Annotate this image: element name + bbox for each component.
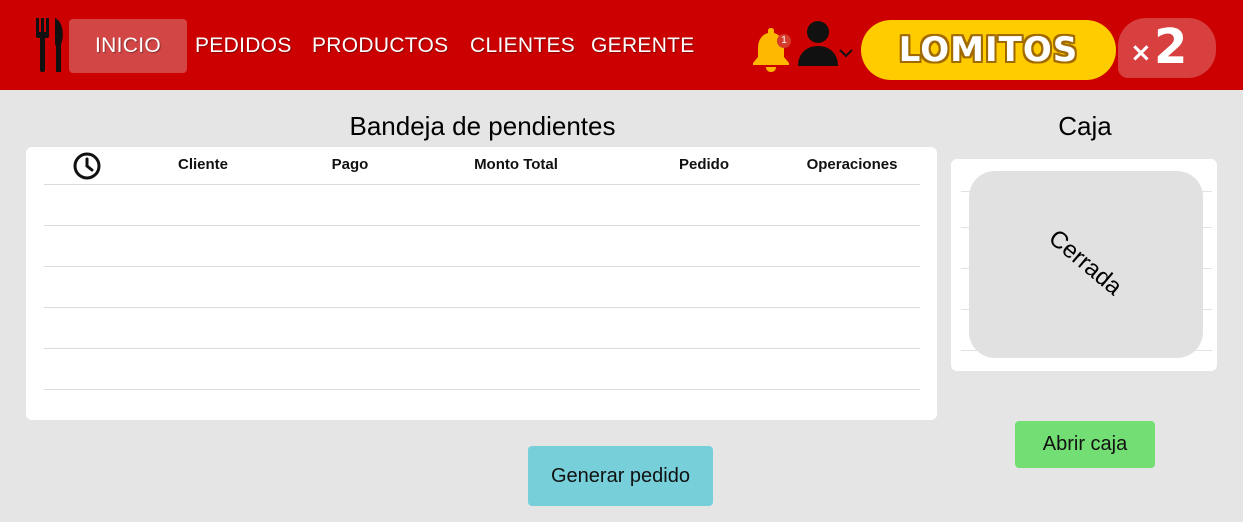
brand-badge-symbol: × [1130,38,1152,68]
brand-name: LOMITOS [898,30,1079,70]
nav-clientes[interactable]: CLIENTES [470,19,575,73]
column-pago: Pago [331,156,369,173]
open-cash-button[interactable]: Abrir caja [1015,421,1155,468]
column-monto-total: Monto Total [474,156,558,173]
nav-productos[interactable]: PRODUCTOS [312,19,449,73]
table-row [44,266,920,267]
generate-order-button[interactable]: Generar pedido [528,446,713,506]
nav-gerente[interactable]: GERENTE [591,19,695,73]
caja-title: Caja [1058,111,1112,141]
nav-inicio[interactable]: INICIO [69,19,187,73]
pending-title: Bandeja de pendientes [349,111,616,141]
table-row [44,225,920,226]
clock-icon [73,152,101,180]
brand-badge: × 2 [1118,18,1216,78]
brand-badge-number: 2 [1154,19,1188,75]
column-operaciones: Operaciones [806,156,898,173]
table-header-divider [44,184,920,185]
column-cliente: Cliente [177,156,228,173]
column-pedido: Pedido [678,156,729,173]
table-row [44,389,920,390]
top-navbar: INICIO PEDIDOS PRODUCTOS CLIENTES GERENT… [0,0,1243,90]
notification-badge: 1 [777,34,791,48]
brand-logo: LOMITOS [861,20,1116,80]
table-row [44,348,920,349]
user-menu-icon[interactable] [798,20,858,70]
pending-table [26,147,937,420]
table-row [44,307,920,308]
nav-pedidos[interactable]: PEDIDOS [195,19,292,73]
fork-knife-icon[interactable] [34,18,66,72]
bell-icon[interactable] [749,26,793,72]
